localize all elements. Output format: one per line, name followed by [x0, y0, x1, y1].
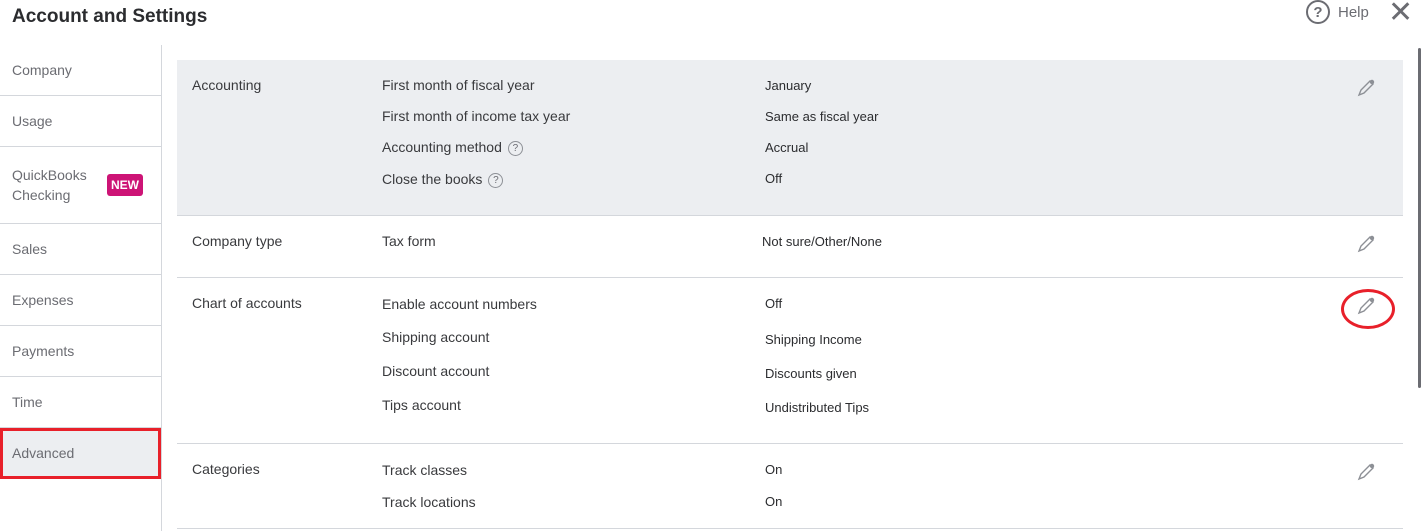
row-label: Track classes — [382, 462, 468, 478]
row-value: January — [765, 78, 812, 93]
sidebar-item-advanced[interactable]: Advanced — [0, 428, 161, 479]
help-label: Help — [1338, 3, 1369, 21]
row-label: Tips account — [382, 397, 461, 413]
row-label: Close the books — [382, 171, 483, 187]
sidebar-item-time[interactable]: Time — [0, 377, 161, 428]
row-label: Discount account — [382, 363, 490, 379]
close-icon[interactable]: ✕ — [1388, 0, 1413, 28]
row-close-books: Close the books? — [382, 171, 504, 188]
sidebar: Company Usage QuickBooks Checking NEW Sal… — [0, 45, 162, 531]
section-categories: Categories Track classes On Track locati… — [177, 444, 1403, 529]
sidebar-item-payments[interactable]: Payments — [0, 326, 161, 377]
row-label: Track locations — [382, 494, 476, 510]
section-title: Chart of accounts — [192, 295, 302, 311]
page-title: Account and Settings — [12, 6, 208, 27]
row-label: Enable account numbers — [382, 296, 537, 312]
sidebar-item-usage[interactable]: Usage — [0, 96, 161, 147]
row-label: Accounting method — [382, 139, 502, 155]
row-label: First month of income tax year — [382, 108, 571, 124]
row-label: Shipping account — [382, 329, 490, 345]
section-title: Company type — [192, 233, 283, 249]
help-button[interactable]: ? Help — [1306, 0, 1369, 24]
new-badge: NEW — [107, 174, 143, 196]
row-label: Tax form — [382, 233, 436, 249]
row-value: Undistributed Tips — [765, 400, 870, 415]
sidebar-item-sales[interactable]: Sales — [0, 224, 161, 275]
section-company-type: Company type Tax form Not sure/Other/Non… — [177, 216, 1403, 278]
section-title: Accounting — [192, 77, 262, 93]
row-value: Not sure/Other/None — [762, 234, 882, 249]
edit-pencil-icon[interactable] — [1355, 462, 1377, 482]
row-value: Off — [765, 171, 783, 186]
edit-pencil-icon[interactable] — [1355, 78, 1377, 98]
sidebar-item-company[interactable]: Company — [0, 45, 161, 96]
edit-pencil-icon[interactable] — [1355, 234, 1377, 254]
settings-content: Accounting First month of fiscal year Ja… — [177, 60, 1403, 529]
sidebar-item-label: QuickBooks Checking — [12, 167, 87, 203]
row-label: First month of fiscal year — [382, 77, 535, 93]
section-title: Categories — [192, 461, 260, 477]
row-accounting-method: Accounting method? — [382, 139, 523, 156]
row-value: Off — [765, 296, 783, 311]
info-icon[interactable]: ? — [507, 140, 523, 156]
info-icon[interactable]: ? — [488, 172, 504, 188]
row-value: Shipping Income — [765, 332, 862, 347]
row-value: Accrual — [765, 140, 809, 155]
row-value: Discounts given — [765, 366, 857, 381]
help-icon: ? — [1306, 0, 1330, 24]
sidebar-item-expenses[interactable]: Expenses — [0, 275, 161, 326]
row-value: Same as fiscal year — [765, 109, 879, 124]
sidebar-item-quickbooks-checking[interactable]: QuickBooks Checking NEW — [0, 147, 161, 224]
section-accounting: Accounting First month of fiscal year Ja… — [177, 60, 1403, 216]
scrollbar[interactable] — [1418, 48, 1421, 388]
annotation-circle — [1341, 289, 1395, 329]
row-value: On — [765, 494, 783, 509]
row-value: On — [765, 462, 783, 477]
section-chart-of-accounts: Chart of accounts Enable account numbers… — [177, 278, 1403, 444]
